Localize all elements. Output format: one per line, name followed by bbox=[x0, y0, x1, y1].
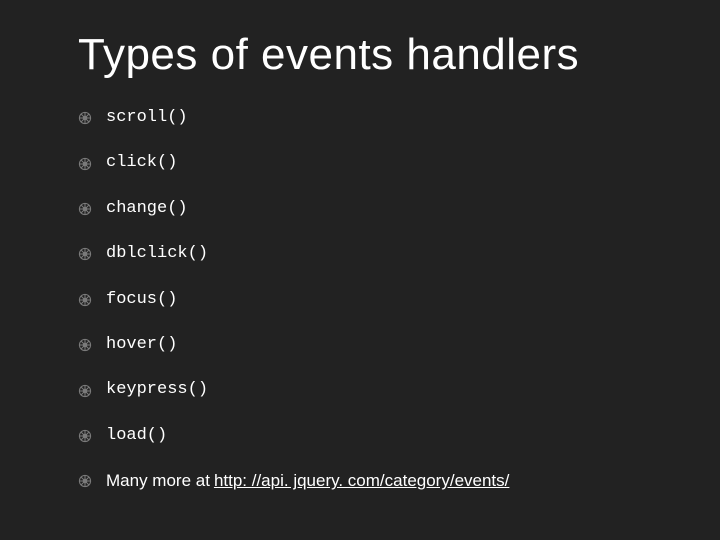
list-item: load() bbox=[78, 426, 660, 446]
more-prefix: Many more at bbox=[106, 471, 210, 490]
list-item-label: focus() bbox=[106, 290, 177, 310]
list-item-label: hover() bbox=[106, 335, 177, 355]
spoked-wheel-icon bbox=[78, 293, 92, 307]
list-item: dblclick() bbox=[78, 244, 660, 264]
list-item: hover() bbox=[78, 335, 660, 355]
list-item-label: load() bbox=[106, 426, 167, 446]
spoked-wheel-icon bbox=[78, 111, 92, 125]
list-item: keypress() bbox=[78, 380, 660, 400]
spoked-wheel-icon bbox=[78, 247, 92, 261]
list-item-label: change() bbox=[106, 199, 188, 219]
list-item: change() bbox=[78, 199, 660, 219]
event-list: scroll() click() change() dblclick() focus()… bbox=[78, 108, 660, 492]
spoked-wheel-icon bbox=[78, 384, 92, 398]
more-link[interactable]: http: //api. jquery. com/category/events… bbox=[214, 471, 509, 490]
list-item: scroll() bbox=[78, 108, 660, 128]
list-item: focus() bbox=[78, 290, 660, 310]
slide-title: Types of events handlers bbox=[78, 30, 660, 80]
list-item-label: click() bbox=[106, 153, 177, 173]
spoked-wheel-icon bbox=[78, 338, 92, 352]
spoked-wheel-icon bbox=[78, 429, 92, 443]
more-text: Many more athttp: //api. jquery. com/cat… bbox=[106, 471, 509, 491]
slide: Types of events handlers scroll() click()… bbox=[0, 0, 720, 540]
list-item-label: scroll() bbox=[106, 108, 188, 128]
list-item: click() bbox=[78, 153, 660, 173]
spoked-wheel-icon bbox=[78, 157, 92, 171]
spoked-wheel-icon bbox=[78, 202, 92, 216]
list-item-more: Many more athttp: //api. jquery. com/cat… bbox=[78, 471, 660, 491]
list-item-label: keypress() bbox=[106, 380, 208, 400]
spoked-wheel-icon bbox=[78, 474, 92, 488]
list-item-label: dblclick() bbox=[106, 244, 208, 264]
